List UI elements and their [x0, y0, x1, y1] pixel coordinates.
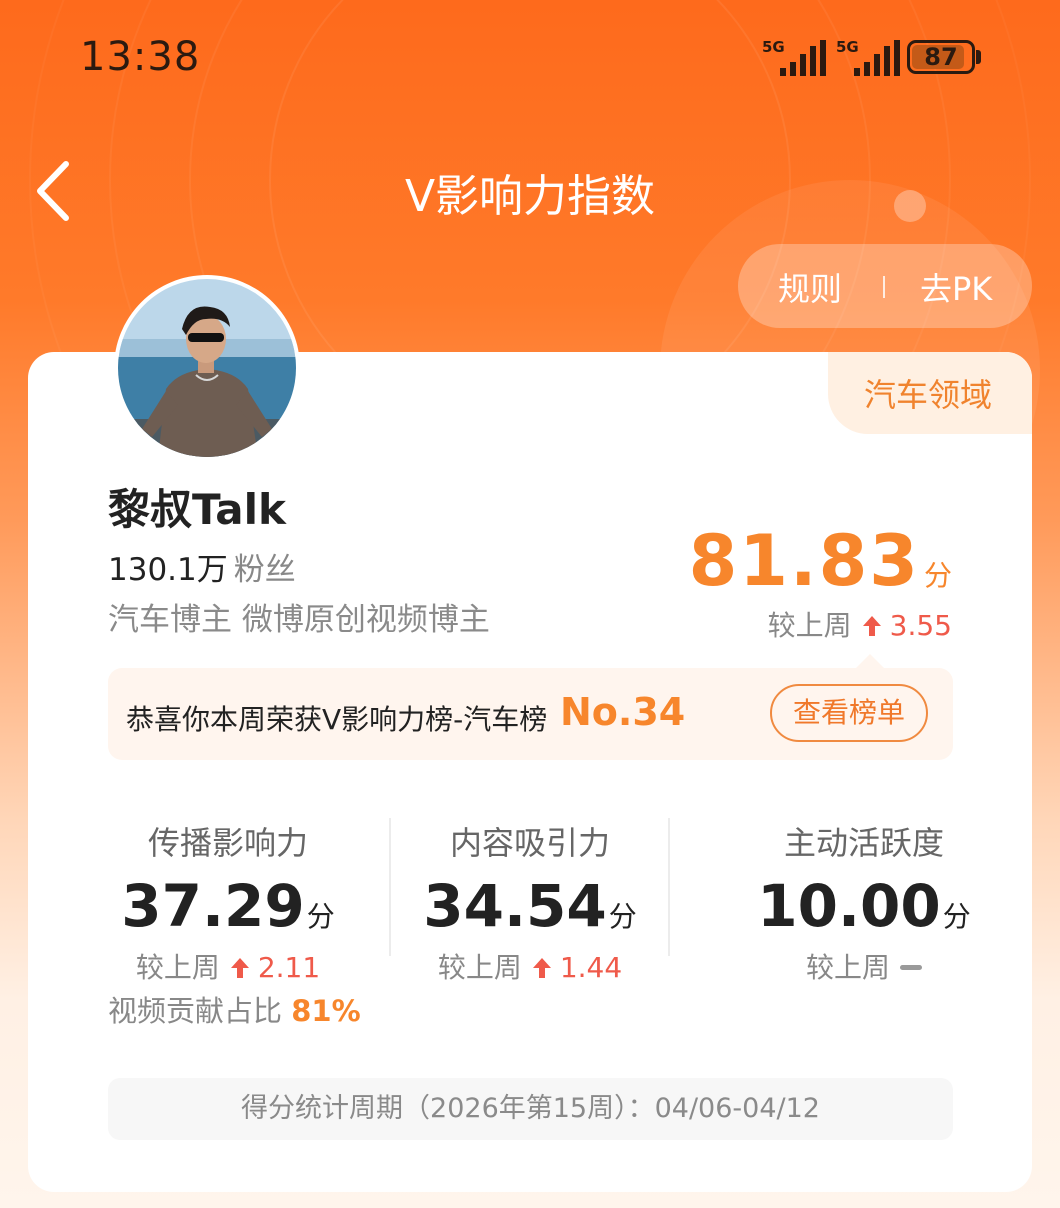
pk-link[interactable]: 去PK — [920, 264, 992, 310]
pill-divider — [883, 276, 885, 298]
metric-delta-row: 较上周 1.44 — [380, 946, 680, 986]
delta-value: 2.11 — [257, 951, 321, 984]
status-bar: 13:38 5G 5G 87 — [0, 0, 1060, 110]
rank-banner-text: 恭喜你本周荣获V影响力榜-汽车榜 — [126, 703, 548, 736]
delta-value: 1.44 — [559, 951, 623, 984]
metric-value: 37.29 — [121, 872, 305, 940]
fans-label: 粉丝 — [233, 552, 296, 588]
compare-label: 较上周 — [135, 951, 220, 984]
rank-banner: 恭喜你本周荣获V影响力榜-汽车榜 No.34 查看榜单 — [108, 668, 953, 760]
status-time: 13:38 — [80, 34, 201, 80]
header-action-pill: 规则 去PK — [738, 244, 1032, 328]
up-arrow-icon — [532, 958, 551, 978]
metric-value-row: 34.54分 — [380, 872, 680, 940]
video-contribution: 视频贡献占比 81% — [108, 988, 361, 1030]
video-contribution-value: 81% — [291, 994, 361, 1028]
metric-label: 主动活跃度 — [783, 824, 944, 862]
user-name: 黎叔Talk — [108, 485, 286, 534]
rules-link[interactable]: 规则 — [778, 264, 842, 310]
score-period: 得分统计周期（2026年第15周）：04/06-04/12 — [108, 1078, 953, 1140]
metric-delta-row: 较上周 — [714, 946, 1014, 986]
compare-label: 较上周 — [437, 951, 522, 984]
avatar[interactable] — [114, 275, 300, 461]
metric-value: 34.54 — [423, 872, 607, 940]
metric-activity: 主动活跃度 10.00分 较上周 — [714, 818, 1014, 986]
compare-label: 较上周 — [805, 951, 890, 984]
banner-notch — [856, 654, 884, 668]
up-arrow-icon — [862, 616, 881, 636]
metric-label: 传播影响力 — [147, 824, 308, 862]
total-score-value: 81.83 — [688, 520, 920, 602]
page-title: V影响力指数 — [404, 171, 656, 222]
battery-cap — [976, 50, 981, 64]
total-score: 81.83 分 — [689, 520, 952, 602]
compare-label: 较上周 — [767, 609, 852, 642]
user-tags: 汽车博主 微博原创视频博主 — [108, 602, 490, 638]
metric-unit: 分 — [608, 900, 637, 933]
delta-value: 3.55 — [889, 609, 952, 642]
metric-value: 10.00 — [757, 872, 941, 940]
rank-number: No.34 — [560, 690, 686, 734]
metric-unit: 分 — [942, 900, 971, 933]
metric-divider — [668, 818, 670, 956]
video-contribution-label: 视频贡献占比 — [108, 994, 283, 1028]
metric-content-attraction: 内容吸引力 34.54分 较上周 1.44 — [380, 818, 680, 986]
total-score-unit: 分 — [923, 559, 952, 592]
domain-label: 汽车领域 — [864, 376, 993, 414]
battery-level: 87 — [924, 43, 958, 71]
domain-tag: 汽车领域 — [828, 352, 1032, 434]
metric-value-row: 10.00分 — [714, 872, 1014, 940]
battery-icon: 87 — [907, 40, 975, 74]
metric-spread-influence: 传播影响力 37.29分 较上周 2.11 — [78, 818, 378, 986]
metric-label: 内容吸引力 — [449, 824, 610, 862]
fans-count: 130.1万 — [108, 552, 228, 588]
up-arrow-icon — [230, 958, 249, 978]
metric-unit: 分 — [306, 900, 335, 933]
metric-delta-row: 较上周 2.11 — [78, 946, 378, 986]
flat-dash-icon — [900, 965, 922, 970]
metric-value-row: 37.29分 — [78, 872, 378, 940]
total-score-delta: 较上周 3.55 — [768, 604, 952, 644]
view-ranking-button[interactable]: 查看榜单 — [770, 684, 928, 742]
fans-count-row: 130.1万 粉丝 — [108, 544, 296, 589]
